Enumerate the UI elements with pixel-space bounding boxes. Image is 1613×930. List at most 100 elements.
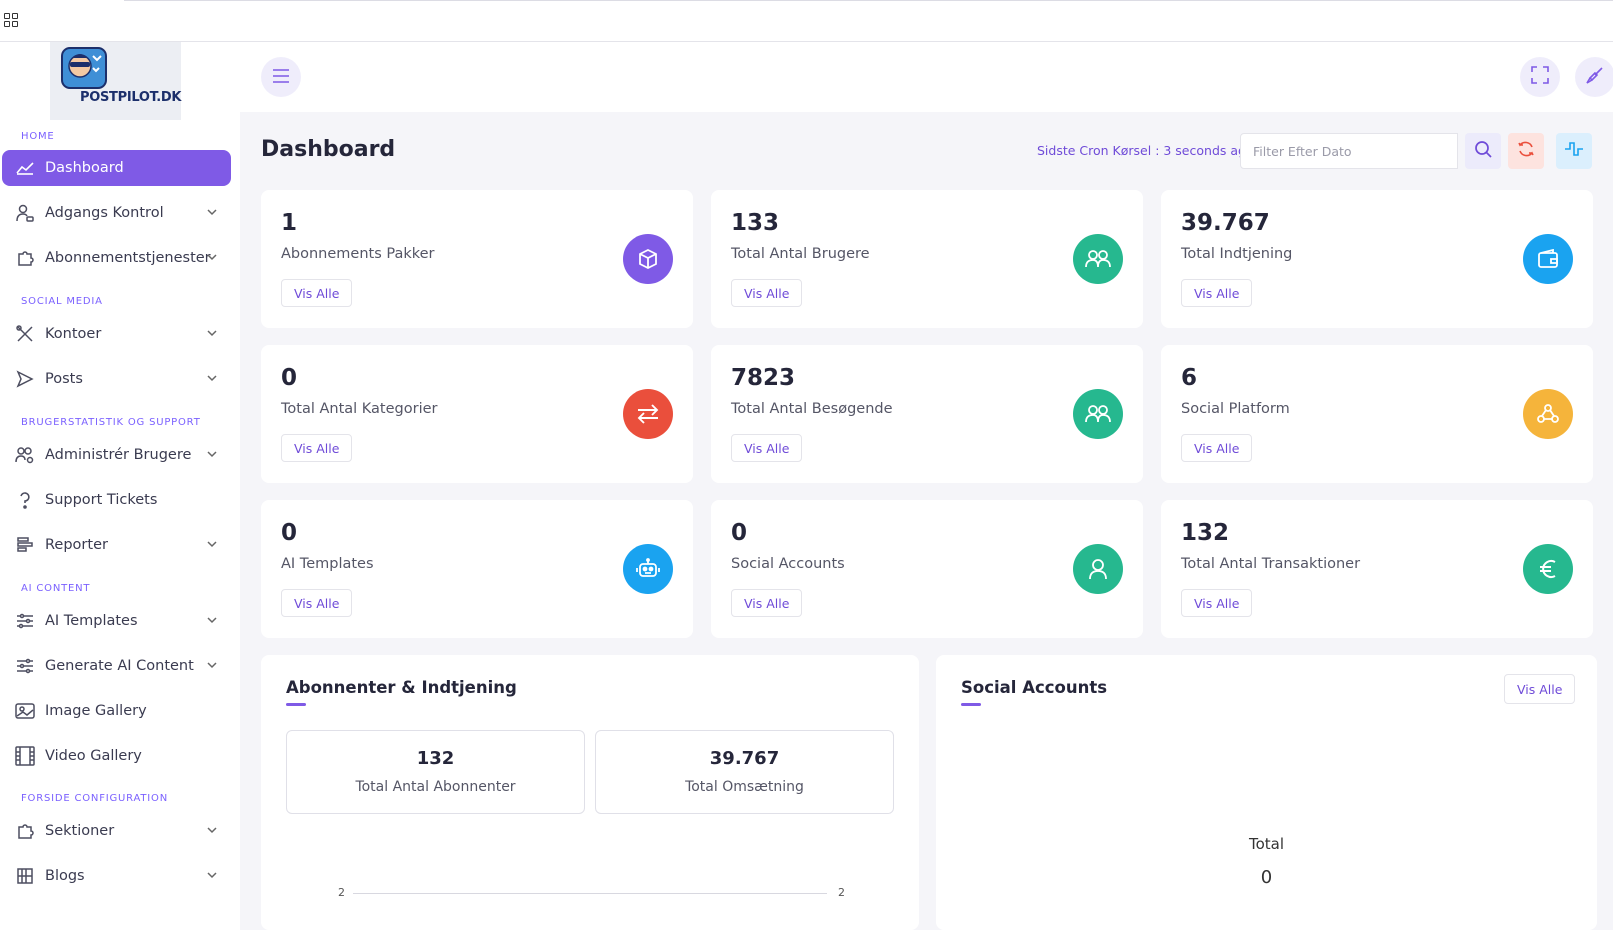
view-all-button[interactable]: Vis Alle — [731, 434, 803, 462]
puzzle-icon — [14, 248, 36, 268]
logo-text: POSTPILOT.DK — [80, 90, 182, 105]
sidebar-item-label: Posts — [45, 371, 83, 387]
report-bars-icon — [14, 535, 36, 555]
fullscreen-button[interactable] — [1520, 57, 1560, 97]
stat-card-total-users: 133 Total Antal Brugere Vis Alle — [711, 190, 1143, 328]
chevron-down-icon — [205, 205, 219, 219]
stat-card-total-earnings: 39.767 Total Indtjening Vis Alle — [1161, 190, 1593, 328]
stat-label: AI Templates — [281, 556, 374, 572]
sidebar-item-dashboard[interactable]: Dashboard — [2, 150, 231, 186]
section-label-ai-content: AI CONTENT — [21, 583, 91, 594]
sidebar-item-posts[interactable]: Posts — [2, 361, 231, 397]
view-all-button[interactable]: Vis Alle — [1181, 279, 1253, 307]
sidebar-item-label: Video Gallery — [45, 748, 142, 764]
sidebar: POSTPILOT.DK HOME Dashboard Adgangs Kont… — [0, 42, 240, 930]
sidebar-item-generate-ai-content[interactable]: Generate AI Content — [2, 648, 231, 684]
logo[interactable]: POSTPILOT.DK — [50, 42, 181, 120]
date-filter-input[interactable] — [1240, 133, 1458, 169]
apps-grid-icon[interactable] — [4, 13, 18, 27]
refresh-button[interactable] — [1508, 133, 1544, 169]
view-all-button[interactable]: Vis Alle — [281, 589, 353, 617]
chevron-down-icon — [205, 326, 219, 340]
tools-icon — [14, 324, 36, 344]
view-all-button[interactable]: Vis Alle — [1181, 434, 1253, 462]
sidebar-item-support-tickets[interactable]: Support Tickets — [2, 482, 231, 518]
stat-value: 0 — [281, 365, 298, 391]
sidebar-item-label: Reporter — [45, 537, 108, 553]
stat-card-social-accounts: 0 Social Accounts Vis Alle — [711, 500, 1143, 638]
clear-cache-button[interactable] — [1575, 57, 1613, 97]
title-underline — [286, 703, 306, 706]
broom-icon — [1586, 66, 1604, 88]
sidebar-item-reports[interactable]: Reporter — [2, 527, 231, 563]
question-icon — [14, 490, 36, 510]
sidebar-item-label: Kontoer — [45, 326, 102, 342]
chevron-down-icon — [205, 823, 219, 837]
stat-label: Abonnements Pakker — [281, 246, 435, 262]
chevron-down-icon — [205, 447, 219, 461]
refresh-icon — [1517, 140, 1535, 162]
sidebar-item-image-gallery[interactable]: Image Gallery — [2, 693, 231, 729]
sidebar-item-label: Blogs — [45, 868, 85, 884]
sidebar-item-ai-templates[interactable]: AI Templates — [2, 603, 231, 639]
sidebar-item-video-gallery[interactable]: Video Gallery — [2, 738, 231, 774]
search-icon — [1474, 140, 1492, 162]
section-label-user-stats: BRUGERSTATISTIK OG SUPPORT — [21, 417, 201, 428]
sidebar-item-blogs[interactable]: Blogs — [2, 858, 231, 894]
stat-card-total-visitors: 7823 Total Antal Besøgende Vis Alle — [711, 345, 1143, 483]
donut-total-label: Total — [1248, 835, 1285, 853]
view-all-button[interactable]: Vis Alle — [731, 279, 803, 307]
sidebar-item-label: Abonnementstjenester — [45, 250, 211, 266]
chevron-down-icon — [205, 537, 219, 551]
total-subscribers-value: 132 — [416, 748, 455, 769]
stat-value: 0 — [281, 520, 298, 546]
chevron-down-icon — [205, 868, 219, 882]
stat-label: Total Antal Besøgende — [731, 401, 893, 417]
sidebar-item-label: AI Templates — [45, 613, 138, 629]
view-all-button[interactable]: Vis Alle — [1181, 589, 1253, 617]
stat-value: 132 — [1181, 520, 1230, 546]
view-all-button[interactable]: Vis Alle — [1504, 674, 1576, 704]
chevron-down-icon — [205, 613, 219, 627]
sidebar-item-accounts[interactable]: Kontoer — [2, 316, 231, 352]
view-all-button[interactable]: Vis Alle — [281, 434, 353, 462]
user-icon — [1073, 544, 1123, 594]
send-icon — [14, 369, 36, 389]
total-subscribers-label: Total Antal Abonnenter — [355, 779, 516, 795]
top-bar — [0, 0, 1613, 42]
stat-value: 6 — [1181, 365, 1198, 391]
hamburger-icon — [272, 68, 290, 87]
swap-icon — [623, 389, 673, 439]
sidebar-item-label: Administrér Brugere — [45, 447, 192, 463]
logo-mascot-icon — [61, 47, 107, 89]
user-lock-icon — [14, 203, 36, 223]
total-subscribers-box: 132 Total Antal Abonnenter — [286, 730, 585, 814]
stat-label: Social Accounts — [731, 556, 845, 572]
stat-value: 1 — [281, 210, 298, 236]
view-all-button[interactable]: Vis Alle — [281, 279, 353, 307]
sidebar-item-sections[interactable]: Sektioner — [2, 813, 231, 849]
sidebar-item-access-control[interactable]: Adgangs Kontrol — [2, 195, 231, 231]
stat-value: 39.767 — [1181, 210, 1270, 236]
total-revenue-label: Total Omsætning — [685, 779, 804, 795]
stat-card-total-categories: 0 Total Antal Kategorier Vis Alle — [261, 345, 693, 483]
search-button[interactable] — [1465, 133, 1501, 169]
users-icon — [1073, 389, 1123, 439]
stat-label: Total Antal Kategorier — [281, 401, 438, 417]
users-gear-icon — [14, 445, 36, 465]
stat-card-subscription-packages: 1 Abonnements Pakker Vis Alle — [261, 190, 693, 328]
sidebar-item-label: Image Gallery — [45, 703, 147, 719]
sidebar-item-manage-users[interactable]: Administrér Brugere — [2, 437, 231, 473]
page-title: Dashboard — [261, 137, 396, 162]
total-revenue-box: 39.767 Total Omsætning — [595, 730, 894, 814]
robot-icon — [623, 544, 673, 594]
panel-title: Social Accounts — [961, 678, 1108, 697]
chevron-down-icon — [205, 250, 219, 264]
section-label-home: HOME — [21, 131, 55, 142]
activity-button[interactable] — [1556, 133, 1592, 169]
view-all-button[interactable]: Vis Alle — [731, 589, 803, 617]
menu-toggle-button[interactable] — [261, 57, 301, 97]
sidebar-item-subscription-services[interactable]: Abonnementstjenester — [2, 240, 231, 276]
sliders-icon — [14, 611, 36, 631]
section-label-social-media: SOCIAL MEDIA — [21, 296, 103, 307]
